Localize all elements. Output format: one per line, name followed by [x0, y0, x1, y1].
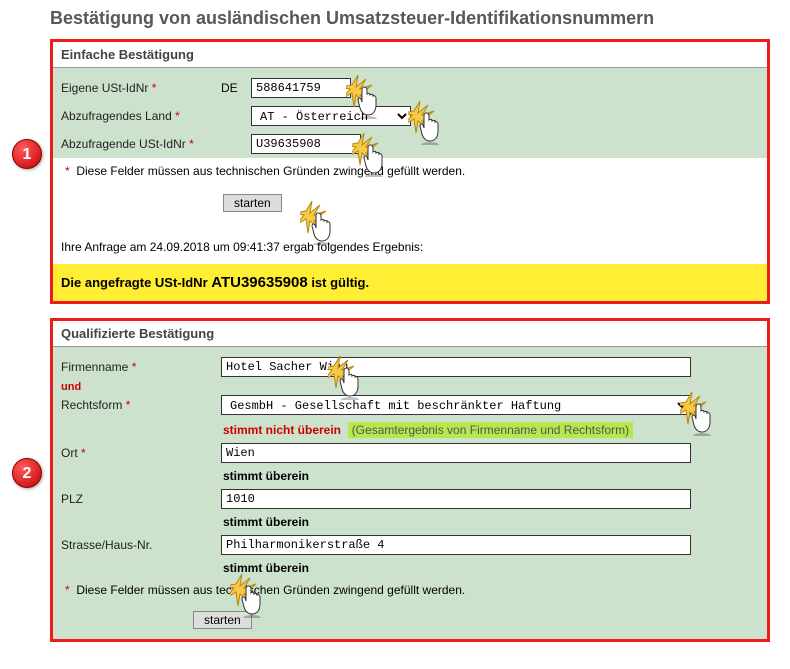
street-label: Strasse/Haus-Nr.: [61, 538, 221, 552]
required-note-1: * Diese Felder müssen aus technischen Gr…: [53, 158, 767, 188]
match-city: stimmt überein: [53, 467, 767, 485]
foreign-vatid-input[interactable]: [251, 134, 361, 154]
and-label: und: [53, 381, 767, 393]
own-vatid-input[interactable]: [251, 78, 351, 98]
step-badge-1: 1: [12, 139, 42, 169]
country-select[interactable]: AT - Österreich: [251, 106, 411, 126]
zip-label: PLZ: [61, 492, 221, 506]
zip-input[interactable]: [221, 489, 691, 509]
qualified-confirmation-header: Qualifizierte Bestätigung: [53, 321, 767, 347]
match-street: stimmt überein: [53, 559, 767, 577]
city-label: Ort *: [61, 446, 221, 460]
start-button-2[interactable]: starten: [193, 611, 252, 629]
page-title: Bestätigung von ausländischen Umsatzsteu…: [0, 0, 790, 35]
simple-confirmation-header: Einfache Bestätigung: [53, 42, 767, 68]
match-firm-legal: stimmt nicht überein (Gesamtergebnis von…: [53, 421, 767, 439]
required-note-2: * Diese Felder müssen aus technischen Gr…: [53, 577, 767, 607]
start-button-1[interactable]: starten: [223, 194, 282, 212]
match-zip: stimmt überein: [53, 513, 767, 531]
step-badge-2: 2: [12, 458, 42, 488]
foreign-vatid-label: Abzufragende USt-IdNr *: [61, 137, 221, 151]
own-vatid-prefix: DE: [221, 81, 251, 95]
legal-form-label: Rechtsform *: [61, 398, 221, 412]
own-vatid-label: Eigene USt-IdNr *: [61, 81, 221, 95]
result-valid-bar: Die angefragte USt-IdNr ATU39635908 ist …: [53, 264, 767, 301]
company-name-input[interactable]: [221, 357, 691, 377]
street-input[interactable]: [221, 535, 691, 555]
city-input[interactable]: [221, 443, 691, 463]
qualified-confirmation-box: Qualifizierte Bestätigung Firmenname * u…: [50, 318, 770, 642]
company-name-label: Firmenname *: [61, 360, 221, 374]
simple-confirmation-box: Einfache Bestätigung Eigene USt-IdNr * D…: [50, 39, 770, 304]
country-label: Abzufragendes Land *: [61, 109, 221, 123]
query-timestamp-line: Ihre Anfrage am 24.09.2018 um 09:41:37 e…: [53, 230, 767, 264]
legal-form-select[interactable]: GesmbH - Gesellschaft mit beschränkter H…: [221, 395, 691, 415]
